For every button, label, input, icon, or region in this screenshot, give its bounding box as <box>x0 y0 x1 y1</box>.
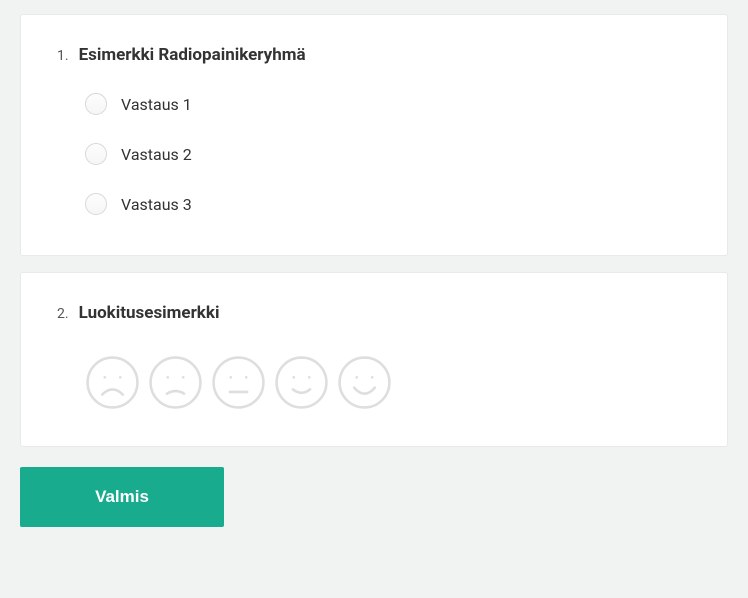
submit-label: Valmis <box>95 487 149 507</box>
face-very-sad-icon[interactable] <box>85 355 140 410</box>
radio-label: Vastaus 2 <box>121 145 192 164</box>
face-sad-icon[interactable] <box>148 355 203 410</box>
question-card-1: 1. Esimerkki Radiopainikeryhmä Vastaus 1… <box>20 14 728 256</box>
question-title: Esimerkki Radiopainikeryhmä <box>79 45 306 65</box>
radio-label: Vastaus 3 <box>121 195 192 214</box>
question-header-1: 1. Esimerkki Radiopainikeryhmä <box>57 45 691 65</box>
question-title: Luokitusesimerkki <box>79 303 220 323</box>
radio-option-3[interactable]: Vastaus 3 <box>85 193 691 215</box>
face-very-happy-icon[interactable] <box>337 355 392 410</box>
radio-icon <box>85 193 107 215</box>
face-happy-icon[interactable] <box>274 355 329 410</box>
question-number: 2. <box>57 306 69 322</box>
radio-option-2[interactable]: Vastaus 2 <box>85 143 691 165</box>
radio-icon <box>85 93 107 115</box>
question-header-2: 2. Luokitusesimerkki <box>57 303 691 323</box>
submit-button[interactable]: Valmis <box>20 467 224 527</box>
radio-icon <box>85 143 107 165</box>
radio-group: Vastaus 1 Vastaus 2 Vastaus 3 <box>57 93 691 225</box>
radio-label: Vastaus 1 <box>121 95 192 114</box>
radio-option-1[interactable]: Vastaus 1 <box>85 93 691 115</box>
face-neutral-icon[interactable] <box>211 355 266 410</box>
question-card-2: 2. Luokitusesimerkki <box>20 272 728 447</box>
rating-faces <box>57 351 691 416</box>
question-number: 1. <box>57 48 69 64</box>
